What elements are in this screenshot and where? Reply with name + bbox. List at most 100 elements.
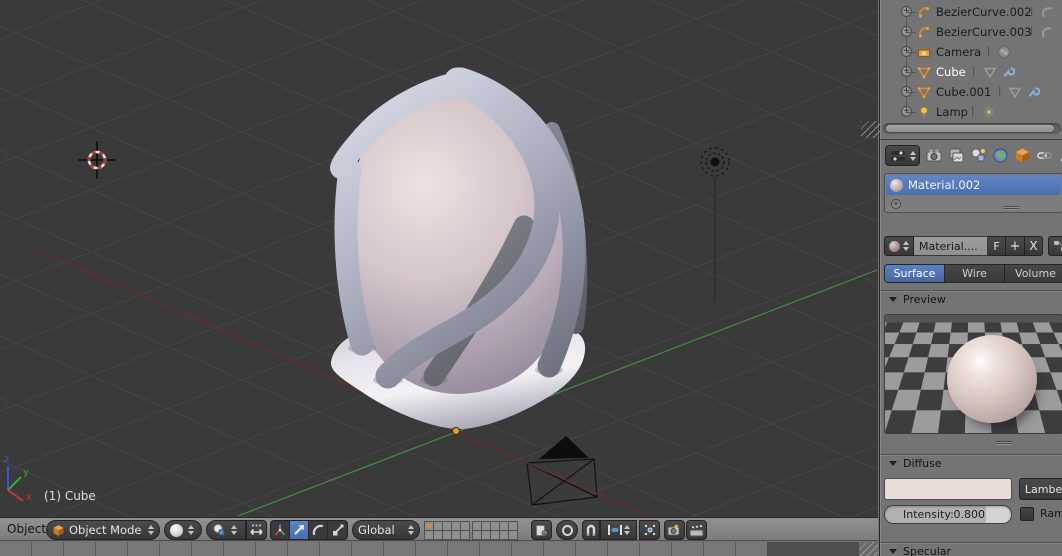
material-browse-icon [889,240,900,252]
diffuse-intensity-slider[interactable]: Intensity: 0.800 [884,505,1012,524]
panel-resize-handle[interactable] [996,440,1012,445]
item-label[interactable]: Cube.001 [936,85,991,99]
area-resize-grip[interactable] [861,121,880,138]
tab-render[interactable] [926,147,943,164]
properties-editor-icon [890,150,905,161]
scrollbar-thumb[interactable] [885,124,1055,133]
render-camera-icon [667,523,680,536]
unlink-material-button[interactable]: X [1025,236,1043,256]
layers-grid-1[interactable] [423,520,470,540]
preview-panel-header[interactable]: Preview [880,290,1062,307]
tab-volume[interactable]: Volume [1005,265,1062,282]
browse-material-button[interactable] [884,236,914,256]
outliner-panel: BezierCurve.002 | BezierCurve.003 | Came… [879,0,1062,139]
lamp-data-icon[interactable] [982,105,996,119]
diffuse-shader-dropdown[interactable]: Lambert [1019,478,1062,500]
mesh-data-icon[interactable] [983,65,997,79]
axis-z-label: z [4,454,9,465]
3d-viewport[interactable]: z y x (1) Cube [0,0,878,517]
tab-wire[interactable]: Wire [945,265,1005,282]
list-resize-handle[interactable] [1003,205,1019,210]
viewport-header: Object Object Mode Global [0,517,878,541]
center-points-icon [250,524,263,536]
render-animation-button[interactable] [686,520,707,540]
curve-data-icon[interactable] [1040,5,1054,19]
layer-cell[interactable] [507,529,518,540]
outliner-hscrollbar[interactable] [883,123,1061,134]
mode-dropdown[interactable]: Object Mode [46,520,160,540]
tab-scene[interactable] [970,147,987,164]
ramp-label: Ramp [1040,507,1062,520]
use-nodes-button[interactable] [1048,236,1062,256]
preview-sphere [947,335,1037,423]
render-opengl-button[interactable] [664,520,685,540]
rotate-arc-icon [312,524,324,536]
material-slot-list[interactable]: Material.002 [884,173,1062,213]
outliner-item-cube[interactable]: Cube | [880,62,1062,82]
tab-world[interactable] [992,147,1009,164]
object-menu[interactable]: Object [7,522,46,536]
curve-data-icon[interactable] [1040,25,1054,39]
slot-add-icon[interactable] [891,199,901,209]
rotate-manipulator-button[interactable] [309,521,328,539]
snap-toggle[interactable] [582,520,600,540]
outliner-item-cube-001[interactable]: Cube.001 | [880,82,1062,102]
timeline-resize-grip[interactable] [859,542,878,556]
item-label[interactable]: Lamp [936,105,968,119]
properties-panel: Material.002 Material.... F + X Surface … [879,139,1062,556]
item-label[interactable]: BezierCurve.002 [936,5,1032,19]
tab-render-layers[interactable] [948,147,965,164]
material-name-field[interactable]: Material.... [914,236,988,256]
outliner-item-beziercurve-003[interactable]: BezierCurve.003 | [880,22,1062,42]
modifier-wrench-icon[interactable] [1026,85,1040,99]
translate-manipulator-button[interactable] [290,521,309,539]
cube-object[interactable] [330,67,588,435]
material-slot-selected[interactable]: Material.002 [886,175,1061,195]
diffuse-panel-header[interactable]: Diffuse [880,454,1062,471]
transform-orientation-dropdown[interactable]: Global [352,520,420,540]
viewport-canvas: z y x [0,0,878,517]
timeline-strip[interactable] [0,542,878,556]
manipulator-toggle-button[interactable] [271,521,290,539]
proportional-circle-icon [561,524,573,536]
camera-data-icon[interactable] [997,45,1011,59]
specular-panel-header[interactable]: Specular [880,542,1062,556]
material-type-tabs: Surface Wire Volume [884,264,1062,283]
editor-type-button[interactable] [885,145,920,166]
outliner-item-lamp[interactable]: Lamp | [880,102,1062,122]
item-label[interactable]: BezierCurve.003 [936,25,1032,39]
new-material-button[interactable]: + [1006,236,1025,256]
material-preview[interactable] [884,314,1062,434]
pivot-point-dropdown[interactable] [206,520,246,540]
lock-to-scene-toggle[interactable] [531,520,552,540]
3d-cursor[interactable] [78,141,116,179]
mesh-icon [917,87,931,99]
curve-icon [919,7,929,18]
snap-target-button[interactable] [639,520,660,540]
ramp-checkbox[interactable] [1020,507,1034,521]
collapse-arrow-icon [889,297,897,302]
layers-grid-2[interactable] [471,520,518,540]
diffuse-color-swatch[interactable] [884,478,1012,500]
tab-constraints[interactable] [1036,147,1053,164]
manipulate-center-points-toggle[interactable] [246,520,267,540]
fake-user-button[interactable]: F [988,236,1006,256]
mesh-data-icon[interactable] [1008,85,1022,99]
item-label[interactable]: Camera [936,45,981,59]
outliner-item-camera[interactable]: Camera | [880,42,1062,62]
modifier-wrench-icon[interactable] [1001,65,1015,79]
viewport-shading-dropdown[interactable] [164,520,202,540]
material-sphere-icon [890,178,903,192]
scale-manipulator-button[interactable] [328,521,347,539]
proportional-edit-toggle[interactable] [556,520,578,540]
active-object-status: (1) Cube [44,489,96,503]
tab-surface[interactable]: Surface [885,265,945,282]
mini-axis-widget: z y x [4,454,32,503]
tab-modifiers[interactable] [1058,147,1062,164]
layer-cell[interactable] [459,529,470,540]
tab-object[interactable] [1014,147,1031,164]
item-label[interactable]: Cube [936,65,966,79]
outliner-item-beziercurve-002[interactable]: BezierCurve.002 | [880,2,1062,22]
snap-element-dropdown[interactable] [600,520,637,540]
curve-icon [919,27,929,38]
